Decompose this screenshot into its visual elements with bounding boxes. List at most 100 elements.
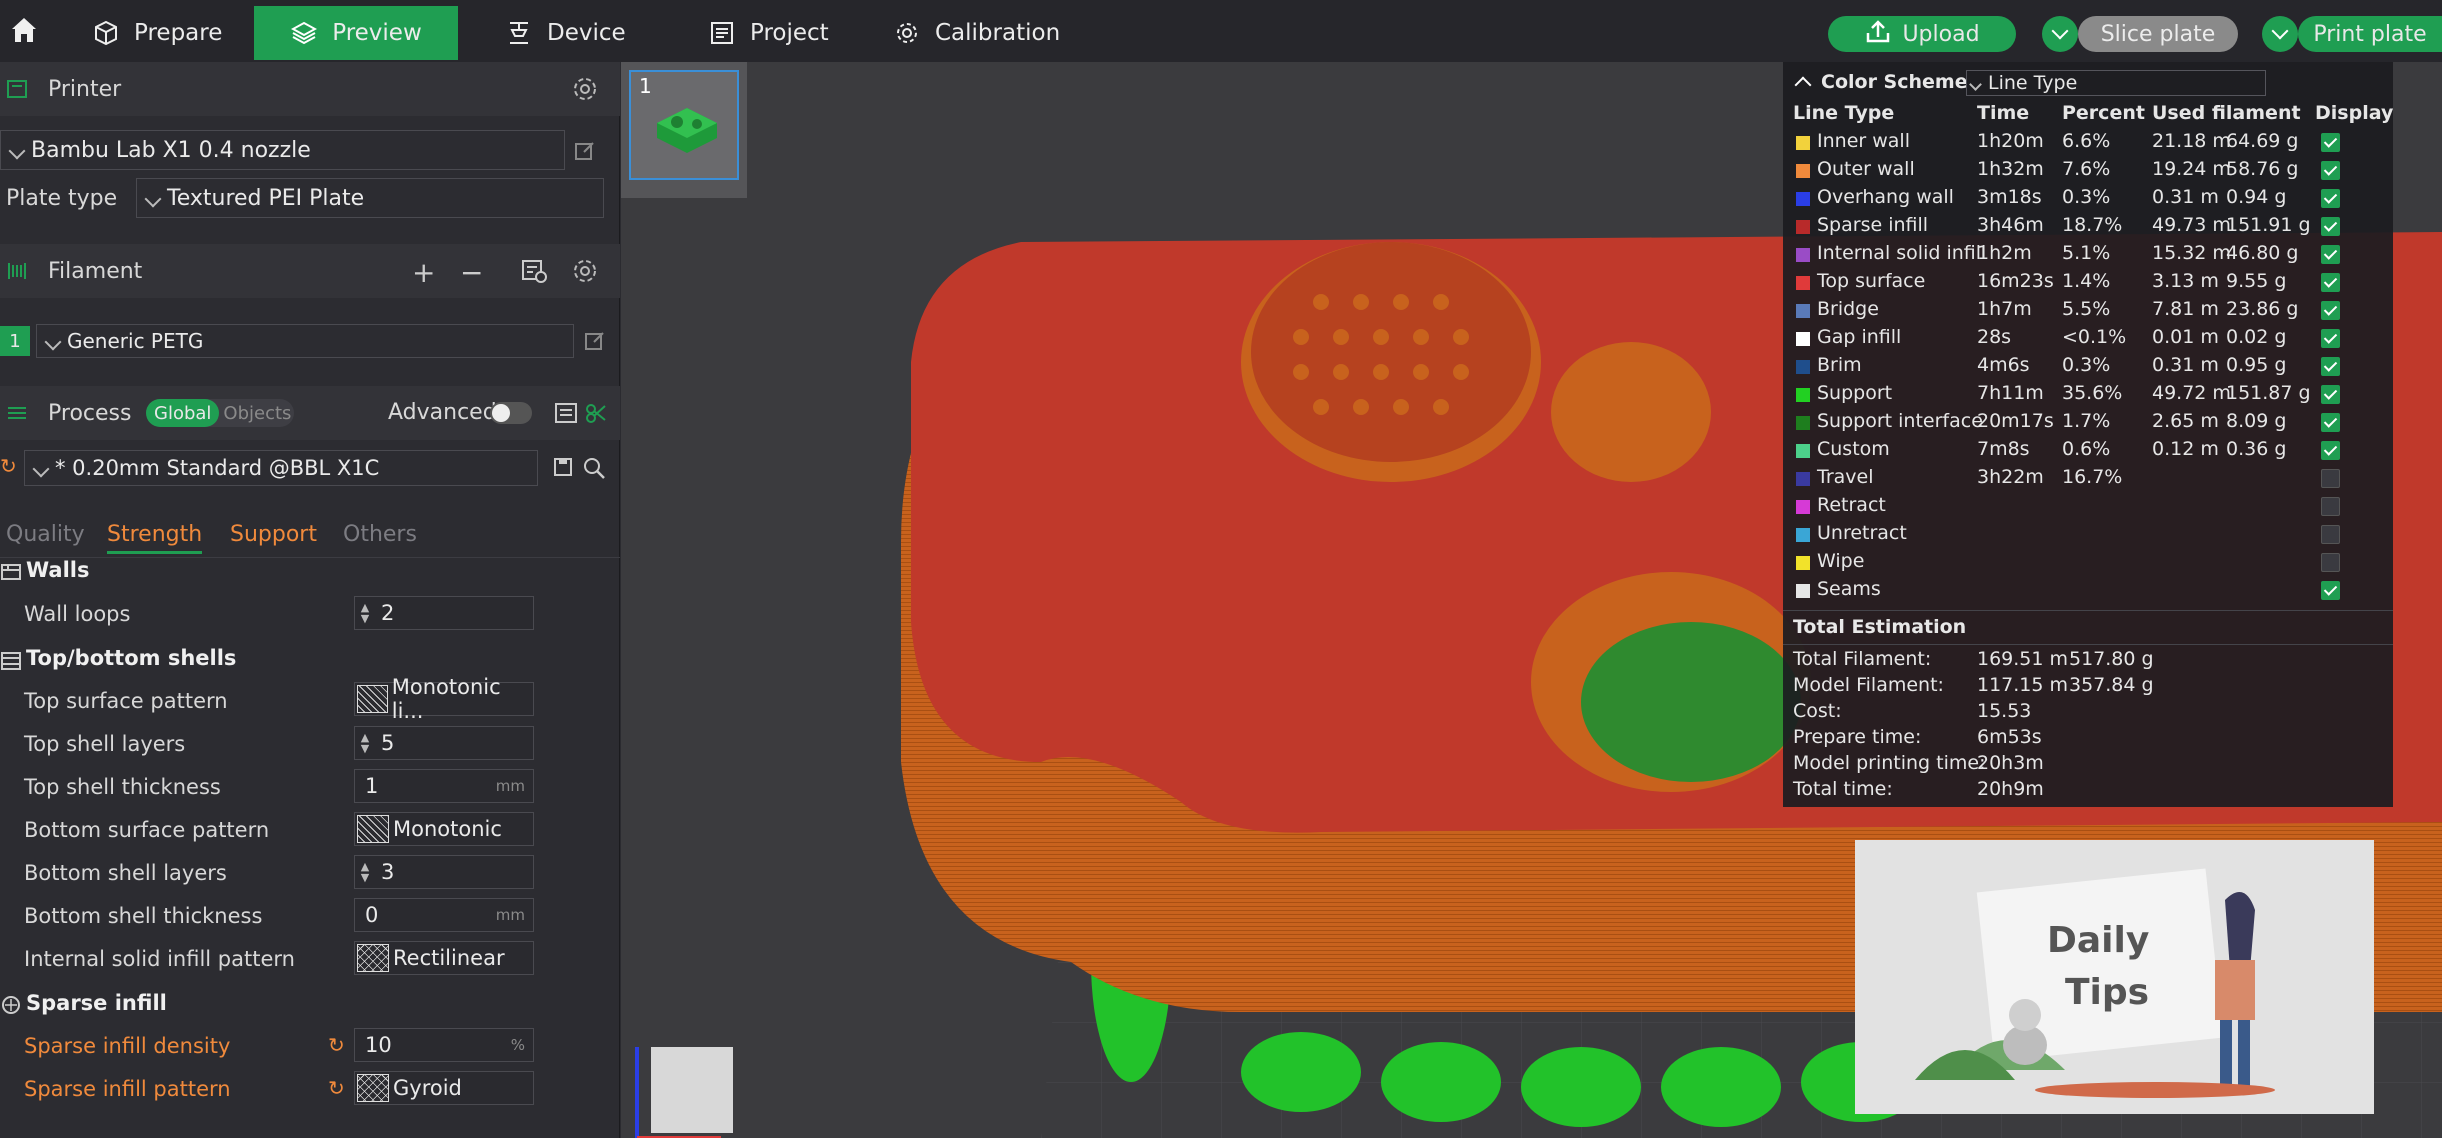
- display-checkbox[interactable]: [2321, 133, 2340, 152]
- tab-project[interactable]: Project: [708, 6, 829, 60]
- display-checkbox[interactable]: [2321, 357, 2340, 376]
- color-scheme-select[interactable]: Line Type: [1966, 70, 2266, 96]
- reset-icon[interactable]: ↻: [328, 1076, 345, 1100]
- display-checkbox[interactable]: [2321, 217, 2340, 236]
- line-type-name: Custom: [1817, 438, 1890, 460]
- tab-quality[interactable]: Quality: [6, 522, 85, 547]
- line-type-percent: 35.6%: [2062, 382, 2123, 404]
- plate-type-select[interactable]: Textured PEI Plate: [136, 178, 604, 218]
- line-type-percent: 5.5%: [2062, 298, 2111, 320]
- list-view-icon[interactable]: [554, 402, 578, 428]
- global-toggle[interactable]: Global: [146, 399, 220, 427]
- collapse-legend-icon[interactable]: [1794, 76, 1812, 94]
- print-dropdown-button[interactable]: [2262, 16, 2298, 52]
- display-checkbox[interactable]: [2321, 441, 2340, 460]
- line-type-time: 16m23s: [1977, 270, 2054, 292]
- sparse-infill-pattern-label: Sparse infill pattern: [24, 1077, 231, 1101]
- stepper-icon[interactable]: ▲ ▼: [355, 732, 375, 754]
- bottom-shell-thickness-input[interactable]: 0 mm: [354, 898, 534, 932]
- objects-toggle[interactable]: Objects: [219, 403, 291, 424]
- tab-prepare[interactable]: Prepare: [92, 6, 222, 60]
- line-type-time: 3m18s: [1977, 186, 2042, 208]
- stepper-icon[interactable]: ▲ ▼: [355, 861, 375, 883]
- top-shell-layers-input[interactable]: ▲ ▼ 5: [354, 726, 534, 760]
- bottom-shell-layers-input[interactable]: ▲ ▼ 3: [354, 855, 534, 889]
- sparse-infill-density-input[interactable]: 10 %: [354, 1028, 534, 1062]
- display-checkbox[interactable]: [2321, 301, 2340, 320]
- printer-settings-icon[interactable]: [572, 76, 598, 106]
- display-checkbox[interactable]: [2321, 497, 2340, 516]
- display-checkbox[interactable]: [2321, 581, 2340, 600]
- tab-calibration[interactable]: Calibration: [893, 6, 1060, 60]
- filament-select[interactable]: Generic PETG: [36, 324, 574, 358]
- plate-thumbnail[interactable]: 1: [621, 62, 747, 198]
- bottom-surface-pattern-value: Monotonic: [393, 817, 502, 841]
- display-checkbox[interactable]: [2321, 161, 2340, 180]
- display-checkbox[interactable]: [2321, 245, 2340, 264]
- document-icon: [708, 19, 736, 47]
- edit-filament-icon[interactable]: [584, 330, 606, 356]
- filament-index: 1: [9, 330, 21, 352]
- axis-gizmo: [635, 1047, 733, 1138]
- display-checkbox[interactable]: [2321, 525, 2340, 544]
- compare-icon[interactable]: [584, 402, 608, 428]
- stepper-icon[interactable]: ▲ ▼: [355, 602, 375, 624]
- display-checkbox[interactable]: [2321, 189, 2340, 208]
- display-checkbox[interactable]: [2321, 273, 2340, 292]
- bottom-surface-pattern-select[interactable]: Monotonic: [354, 812, 534, 846]
- search-icon[interactable]: [582, 456, 606, 484]
- daily-tips-card[interactable]: Daily Tips: [1855, 840, 2374, 1114]
- display-checkbox[interactable]: [2321, 385, 2340, 404]
- save-preset-icon[interactable]: [552, 456, 574, 482]
- remove-filament-icon[interactable]: −: [460, 256, 483, 289]
- printer-select[interactable]: Bambu Lab X1 0.4 nozzle: [0, 130, 565, 170]
- add-filament-icon[interactable]: +: [412, 256, 435, 289]
- line-type-name: Unretract: [1817, 522, 1907, 544]
- line-type-length: 0.01 m: [2152, 326, 2219, 348]
- legend-header-row: Line Type Time Percent Used filament Dis…: [1783, 100, 2393, 128]
- display-checkbox[interactable]: [2321, 553, 2340, 572]
- filament-sync-icon[interactable]: [520, 258, 548, 288]
- slice-dropdown-button[interactable]: [2042, 16, 2078, 52]
- tab-preview[interactable]: Preview: [254, 6, 458, 60]
- tab-others[interactable]: Others: [343, 522, 417, 547]
- legend-row: Unretract: [1783, 520, 2393, 548]
- edit-printer-icon[interactable]: [574, 140, 596, 166]
- print-plate-label: Print plate: [2313, 21, 2427, 47]
- top-shell-thickness-input[interactable]: 1 mm: [354, 769, 534, 803]
- color-swatch: [1796, 444, 1810, 458]
- global-objects-toggle[interactable]: Global Objects: [146, 399, 294, 427]
- display-checkbox[interactable]: [2321, 329, 2340, 348]
- sparse-infill-pattern-select[interactable]: Gyroid: [354, 1071, 534, 1105]
- top-toolbar: Prepare Preview Device Project Calibrati…: [0, 0, 2442, 62]
- bottom-shell-layers-value: 3: [381, 860, 395, 884]
- slice-plate-button[interactable]: Slice plate: [2078, 16, 2238, 52]
- legend-row: Support 7h11m 35.6% 49.72 m 151.87 g: [1783, 380, 2393, 408]
- display-checkbox[interactable]: [2321, 469, 2340, 488]
- legend-row: Travel 3h22m 16.7%: [1783, 464, 2393, 492]
- display-checkbox[interactable]: [2321, 413, 2340, 432]
- line-type-name: Inner wall: [1817, 130, 1910, 152]
- process-preset-select[interactable]: * 0.20mm Standard @BBL X1C: [24, 450, 538, 486]
- wall-loops-input[interactable]: ▲ ▼ 2: [354, 596, 534, 630]
- advanced-switch[interactable]: [490, 402, 532, 424]
- reset-preset-icon[interactable]: ↻: [0, 454, 17, 478]
- filament-index-badge: 1: [0, 326, 30, 356]
- legend-row: Sparse infill 3h46m 18.7% 49.73 m 151.91 g: [1783, 212, 2393, 240]
- home-button[interactable]: [4, 6, 44, 60]
- tab-device[interactable]: Device: [505, 6, 626, 60]
- print-plate-button[interactable]: Print plate: [2298, 16, 2442, 52]
- filament-settings-icon[interactable]: [572, 258, 598, 288]
- header-display: Display: [2315, 102, 2394, 124]
- line-type-weight: 151.91 g: [2226, 214, 2311, 236]
- tab-support[interactable]: Support: [230, 522, 317, 547]
- internal-solid-infill-pattern-select[interactable]: Rectilinear: [354, 941, 534, 975]
- color-swatch: [1796, 556, 1810, 570]
- reset-icon[interactable]: ↻: [328, 1033, 345, 1057]
- upload-button[interactable]: Upload: [1828, 16, 2016, 52]
- tab-strength[interactable]: Strength: [107, 522, 203, 554]
- top-surface-pattern-select[interactable]: Monotonic li...: [354, 675, 534, 723]
- estimation-value: 117.15 m: [1977, 674, 2069, 696]
- estimation-value: 6m53s: [1977, 726, 2042, 748]
- color-swatch: [1796, 388, 1810, 402]
